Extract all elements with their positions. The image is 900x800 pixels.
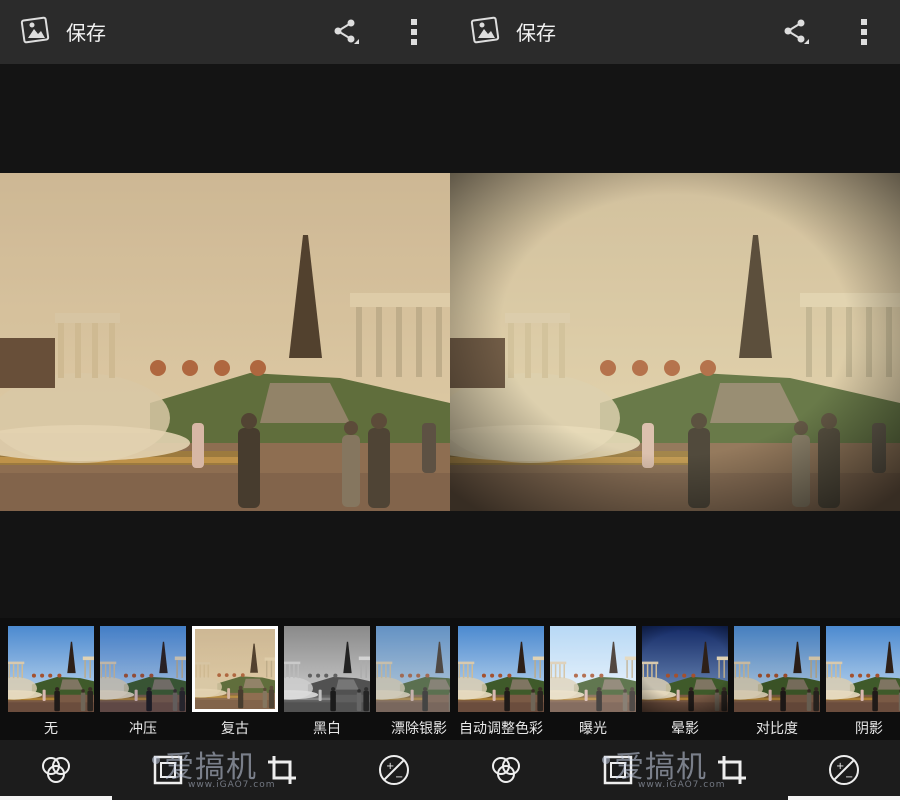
filters-icon[interactable] bbox=[488, 752, 524, 788]
photo-editor-icon[interactable] bbox=[470, 14, 502, 46]
filter-thumbnail bbox=[458, 626, 544, 712]
more-vertical-icon[interactable] bbox=[855, 16, 873, 48]
filter-punch[interactable]: 冲压 bbox=[100, 618, 186, 740]
active-tool-indicator bbox=[0, 796, 112, 800]
svg-text:−: − bbox=[845, 772, 853, 783]
edited-photo bbox=[450, 173, 900, 511]
frame-icon[interactable] bbox=[150, 752, 186, 788]
filter-thumbnail bbox=[550, 626, 636, 712]
filter-none[interactable]: 无 bbox=[8, 618, 94, 740]
filter-label: 自动调整色彩 bbox=[459, 721, 543, 737]
filter-thumbnail bbox=[642, 626, 728, 712]
filter-label: 无 bbox=[44, 721, 58, 737]
crop-icon[interactable] bbox=[264, 752, 300, 788]
frame-icon[interactable] bbox=[600, 752, 636, 788]
filter-label: 曝光 bbox=[579, 721, 607, 737]
filter-thumbnail bbox=[734, 626, 820, 712]
filter-vignette[interactable]: 晕影 bbox=[642, 618, 728, 740]
exposure-icon[interactable]: + − bbox=[826, 752, 862, 788]
bottom-toolbar: + − bbox=[450, 740, 900, 800]
filter-shadow[interactable]: 阴影 bbox=[826, 618, 900, 740]
share-icon[interactable] bbox=[330, 16, 360, 46]
filters-icon[interactable] bbox=[38, 752, 74, 788]
save-button[interactable]: 保存 bbox=[66, 17, 106, 46]
edited-photo bbox=[0, 173, 450, 511]
share-icon[interactable] bbox=[780, 16, 810, 46]
photo-editor-icon[interactable] bbox=[20, 14, 52, 46]
filter-thumbnail bbox=[100, 626, 186, 712]
crop-icon[interactable] bbox=[714, 752, 750, 788]
filter-label: 对比度 bbox=[756, 721, 798, 737]
filter-bleach-bypass[interactable]: 漂除银影 bbox=[376, 618, 450, 740]
active-tool-indicator bbox=[788, 796, 900, 800]
filter-contrast[interactable]: 对比度 bbox=[734, 618, 820, 740]
filter-thumbnail bbox=[192, 626, 278, 712]
filter-thumbnail bbox=[376, 626, 450, 712]
more-vertical-icon[interactable] bbox=[405, 16, 423, 48]
action-bar: 保存 bbox=[0, 0, 450, 64]
filter-strip[interactable]: 自动调整色彩 曝光 晕影 对比度 阴影 bbox=[450, 618, 900, 740]
filter-thumbnail bbox=[826, 626, 900, 712]
save-button[interactable]: 保存 bbox=[516, 17, 556, 46]
exposure-icon[interactable]: + − bbox=[376, 752, 412, 788]
filter-label: 阴影 bbox=[855, 721, 883, 737]
filter-label: 冲压 bbox=[129, 721, 157, 737]
filter-bw[interactable]: 黑白 bbox=[284, 618, 370, 740]
filter-vintage[interactable]: 复古 bbox=[192, 618, 278, 740]
editor-pane-right: 保存 自动调整色彩 曝光 晕影 对比度 阴影 + − bbox=[450, 0, 900, 800]
action-bar: 保存 bbox=[450, 0, 900, 64]
filter-exposure[interactable]: 曝光 bbox=[550, 618, 636, 740]
filter-thumbnail bbox=[284, 626, 370, 712]
filter-auto-color[interactable]: 自动调整色彩 bbox=[458, 618, 544, 740]
svg-text:+: + bbox=[386, 761, 394, 772]
filter-label: 晕影 bbox=[671, 721, 699, 737]
filter-label: 黑白 bbox=[313, 721, 341, 737]
svg-text:+: + bbox=[836, 761, 844, 772]
bottom-toolbar: + − bbox=[0, 740, 450, 800]
filter-label: 漂除银影 bbox=[391, 721, 447, 737]
svg-text:−: − bbox=[395, 772, 403, 783]
filter-thumbnail bbox=[8, 626, 94, 712]
filter-strip[interactable]: 无 冲压 复古 黑白 漂除银影 bbox=[0, 618, 450, 740]
filter-label: 复古 bbox=[221, 721, 249, 737]
editor-pane-left: 保存 无 冲压 复古 黑白 漂除银影 + − bbox=[0, 0, 450, 800]
